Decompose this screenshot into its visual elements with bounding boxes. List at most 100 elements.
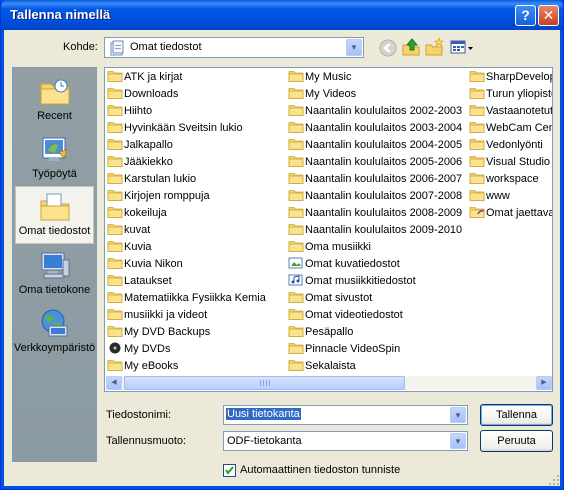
- scroll-left-button[interactable]: ◀: [106, 376, 122, 390]
- up-folder-icon[interactable]: [401, 37, 421, 57]
- folder-item[interactable]: Omat sivustot: [288, 290, 372, 307]
- place-label: Verkkoympäristö: [13, 342, 96, 354]
- chevron-down-icon[interactable]: ▼: [450, 433, 466, 449]
- scrollbar-thumb[interactable]: [124, 376, 405, 390]
- folder-item[interactable]: kuvat: [107, 222, 150, 239]
- back-icon[interactable]: [379, 39, 397, 57]
- chevron-down-icon[interactable]: ▼: [346, 39, 362, 56]
- folder-item[interactable]: Sekalaista: [288, 358, 356, 375]
- cancel-button[interactable]: Peruuta: [480, 430, 553, 452]
- folder-item[interactable]: Naantalin koululaitos 2004-2005: [288, 137, 462, 154]
- folder-item[interactable]: Naantalin koululaitos 2009-2010: [288, 222, 462, 239]
- resize-grip-icon[interactable]: [548, 474, 560, 486]
- folder-item[interactable]: Visual Studio 2: [469, 154, 553, 171]
- folder-item[interactable]: Naantalin koululaitos 2002-2003: [288, 103, 462, 120]
- folder-item[interactable]: Lataukset: [107, 273, 172, 290]
- folder-item[interactable]: Naantalin koululaitos 2008-2009: [288, 205, 462, 222]
- folder-icon: [107, 258, 123, 269]
- my-documents-small-icon: [110, 40, 124, 56]
- folder-label: SharpDevelop: [486, 71, 553, 83]
- folder-item[interactable]: Downloads: [107, 86, 178, 103]
- folder-item[interactable]: workspace: [469, 171, 539, 188]
- new-folder-icon[interactable]: [424, 37, 444, 57]
- folder-item[interactable]: Vedonlyönti: [469, 137, 543, 154]
- folder-item[interactable]: Omat musiikkitiedostot: [288, 273, 416, 290]
- folder-item[interactable]: Omat videotiedostot: [288, 307, 403, 324]
- folder-item[interactable]: www: [469, 188, 510, 205]
- folder-item[interactable]: SharpDevelop: [469, 69, 553, 86]
- place-my-documents[interactable]: Omat tiedostot: [15, 186, 94, 244]
- folder-label: Turun yliopisto: [486, 88, 553, 100]
- folder-icon: [288, 105, 304, 116]
- folder-label: Naantalin koululaitos 2006-2007: [305, 173, 463, 185]
- folder-item[interactable]: Jääkiekko: [107, 154, 173, 171]
- folder-item[interactable]: Omat kuvatiedostot: [288, 256, 400, 273]
- folder-item[interactable]: Turun yliopisto: [469, 86, 553, 103]
- folder-item[interactable]: Naantalin koululaitos 2005-2006: [288, 154, 462, 171]
- folder-item[interactable]: My eBooks: [107, 358, 178, 375]
- folder-label: Jalkapallo: [124, 139, 173, 151]
- folder-icon: [107, 292, 123, 303]
- filetype-select[interactable]: ODF-tietokanta ▼: [223, 431, 468, 451]
- folder-item[interactable]: Hiihto: [107, 103, 152, 120]
- auto-extension-label: Automaattinen tiedoston tunniste: [240, 464, 401, 476]
- folder-icon: [288, 224, 304, 235]
- title-bar[interactable]: Tallenna nimellä ? ✕: [1, 0, 563, 30]
- folder-item[interactable]: Jalkapallo: [107, 137, 173, 154]
- folder-label: Hyvinkään Sveitsin lukio: [124, 122, 243, 134]
- folder-item[interactable]: Karstulan lukio: [107, 171, 196, 188]
- folder-item[interactable]: My Music: [288, 69, 351, 86]
- filename-input[interactable]: Uusi tietokanta ▼: [223, 405, 468, 425]
- folder-item[interactable]: Matematiikka Fysiikka Kemia: [107, 290, 266, 307]
- folder-item[interactable]: Kuvia: [107, 239, 152, 256]
- folder-item[interactable]: Hyvinkään Sveitsin lukio: [107, 120, 243, 137]
- folder-item[interactable]: My DVDs: [107, 341, 170, 358]
- chevron-down-icon[interactable]: ▼: [450, 407, 466, 423]
- folder-label: Naantalin koululaitos 2003-2004: [305, 122, 463, 134]
- folder-item[interactable]: Pinnacle VideoSpin: [288, 341, 400, 358]
- folder-item[interactable]: Omat jaettavat: [469, 205, 552, 222]
- place-label: Oma tietokone: [18, 284, 91, 296]
- folder-item[interactable]: kokeiluja: [107, 205, 167, 222]
- help-button[interactable]: ?: [515, 5, 536, 26]
- folder-item[interactable]: Pesäpallo: [288, 324, 353, 341]
- place-desktop[interactable]: Työpöytä: [13, 130, 96, 188]
- folder-item[interactable]: Naantalin koululaitos 2003-2004: [288, 120, 462, 137]
- lookin-combo[interactable]: Omat tiedostot ▼: [104, 37, 364, 58]
- view-menu-icon[interactable]: [450, 39, 476, 57]
- folder-label: My DVD Backups: [124, 326, 211, 338]
- file-list[interactable]: Omat jaettavat www workspace Visual Studio …: [104, 67, 553, 392]
- folder-label: Naantalin koululaitos 2002-2003: [305, 105, 463, 117]
- folder-icon: [107, 207, 123, 218]
- auto-extension-checkbox[interactable]: [223, 464, 236, 477]
- folder-label: WebCam Center: [486, 122, 553, 134]
- place-my-computer[interactable]: Oma tietokone: [13, 246, 96, 304]
- folder-item[interactable]: Vastaanotetut: [469, 103, 553, 120]
- folder-label: Visual Studio 2: [486, 156, 553, 168]
- folder-icon: [107, 71, 123, 82]
- place-network[interactable]: Verkkoympäristö: [13, 304, 96, 362]
- folder-item[interactable]: Oma musiikki: [288, 239, 371, 256]
- folder-label: kuvat: [124, 224, 151, 236]
- folder-item[interactable]: ATK ja kirjat: [107, 69, 182, 86]
- folder-item[interactable]: My DVD Backups: [107, 324, 210, 341]
- folder-item[interactable]: My Videos: [288, 86, 356, 103]
- folder-label: Lataukset: [124, 275, 172, 287]
- folder-label: Hiihto: [124, 105, 153, 117]
- close-button[interactable]: ✕: [538, 5, 559, 26]
- place-recent[interactable]: Recent: [13, 72, 96, 130]
- folder-item[interactable]: WebCam Center: [469, 120, 553, 137]
- horizontal-scrollbar[interactable]: ◀ ▶: [106, 376, 552, 390]
- folder-item[interactable]: Naantalin koululaitos 2007-2008: [288, 188, 462, 205]
- folder-label: Vastaanotetut: [486, 105, 553, 117]
- save-button[interactable]: Tallenna: [480, 404, 553, 426]
- folder-label: Kuvia: [124, 241, 152, 253]
- folder-item[interactable]: Naantalin koululaitos 2006-2007: [288, 171, 462, 188]
- folder-icon: [469, 88, 485, 99]
- folder-item[interactable]: musiikki ja videot: [107, 307, 207, 324]
- folder-label: Pesäpallo: [305, 326, 354, 338]
- scroll-right-button[interactable]: ▶: [536, 376, 552, 390]
- folder-item[interactable]: Kuvia Nikon: [107, 256, 183, 273]
- folder-icon: [288, 173, 304, 184]
- folder-item[interactable]: Kirjojen romppuja: [107, 188, 210, 205]
